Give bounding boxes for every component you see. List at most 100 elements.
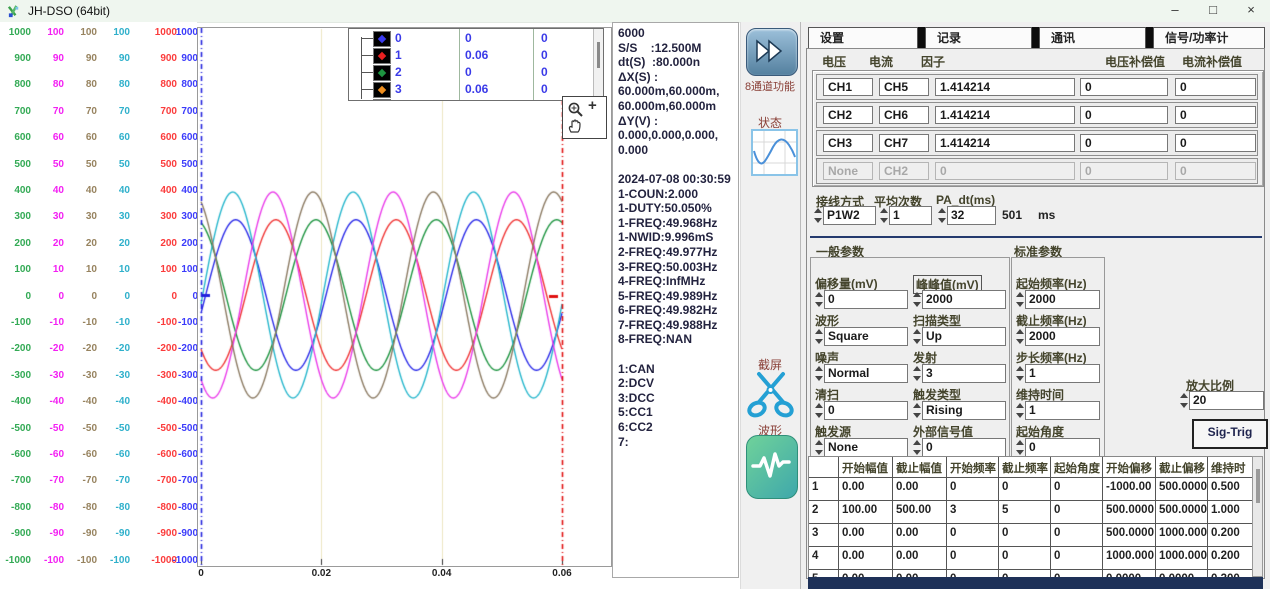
segment-table-cell[interactable]: 0.00 [839, 524, 893, 547]
spinner-down-icon[interactable] [814, 218, 822, 223]
general-param-spinner[interactable]: None [815, 438, 908, 457]
spinner-up-icon[interactable] [815, 366, 823, 371]
current-comp-field[interactable]: 0 [1175, 78, 1256, 96]
segment-table-cell[interactable]: -1000.00 [1103, 478, 1156, 501]
segment-table-cell[interactable]: 5 [999, 501, 1051, 524]
segment-table-cell[interactable]: 0.200 [1208, 547, 1253, 570]
spinner-down-icon[interactable] [913, 450, 921, 455]
general-param-spinner[interactable]: 0 [815, 401, 908, 420]
segment-table-cell[interactable]: 0 [999, 478, 1051, 501]
segment-table-row[interactable]: 30.000.00000500.00001000.0000.200 [809, 524, 1253, 547]
general-param-spinner-arrows[interactable] [815, 290, 824, 309]
spinner-down-icon[interactable] [913, 339, 921, 344]
zoom-ratio-spinner-arrows[interactable] [1180, 391, 1189, 410]
wiring-mode-spinner-value[interactable]: P1W2 [823, 206, 876, 225]
spinner-up-icon[interactable] [913, 403, 921, 408]
spinner-up-icon[interactable] [1016, 329, 1024, 334]
segment-table-cell[interactable]: 500.0000 [1156, 501, 1208, 524]
zoom-ratio-spinner-value[interactable]: 20 [1189, 391, 1264, 410]
average-count-spinner[interactable]: 1 [880, 206, 932, 225]
general-param-spinner-arrows[interactable] [815, 401, 824, 420]
spinner-down-icon[interactable] [815, 450, 823, 455]
standard-param-spinner-value[interactable]: 1 [1025, 364, 1100, 383]
spinner-up-icon[interactable] [913, 440, 921, 445]
legend-row[interactable]: 10.060 [349, 48, 603, 64]
standard-param-spinner[interactable]: 2000 [1016, 327, 1100, 346]
spinner-up-icon[interactable] [1016, 292, 1024, 297]
pan-hand-icon[interactable] [567, 118, 584, 135]
tab-4[interactable]: 信号/功率计 [1153, 27, 1265, 48]
spinner-up-icon[interactable] [938, 208, 946, 213]
standard-param-spinner-value[interactable]: 2000 [1025, 327, 1100, 346]
sig-trig-button[interactable]: Sig-Trig [1192, 419, 1268, 449]
voltage-comp-field[interactable]: 0 [1080, 106, 1168, 124]
tab-2[interactable]: 记录 [925, 27, 1032, 48]
segment-table-cell[interactable]: 0.500 [1208, 478, 1253, 501]
wiring-mode-spinner-arrows[interactable] [814, 206, 823, 225]
general-param-spinner-value[interactable]: Square [824, 327, 908, 346]
general-param-spinner-arrows[interactable] [815, 364, 824, 383]
voltage-channel-field[interactable]: CH2 [823, 106, 873, 124]
general-param-spinner-value[interactable]: 0 [824, 401, 908, 420]
standard-param-spinner-arrows[interactable] [1016, 290, 1025, 309]
spinner-up-icon[interactable] [880, 208, 888, 213]
channel8-function-button[interactable] [746, 28, 798, 76]
standard-param-spinner-value[interactable]: 1 [1025, 401, 1100, 420]
general-param-spinner-value[interactable]: Up [922, 327, 1006, 346]
current-channel-field[interactable]: CH6 [879, 106, 929, 124]
general-param-spinner-arrows[interactable] [815, 438, 824, 457]
close-button[interactable]: × [1232, 0, 1270, 22]
general-param-spinner-arrows[interactable] [913, 401, 922, 420]
segment-table-row[interactable]: 2100.00500.00350500.0000500.00001.000 [809, 501, 1253, 524]
spinner-down-icon[interactable] [1016, 376, 1024, 381]
general-param-spinner-value[interactable]: None [824, 438, 908, 457]
voltage-channel-field[interactable]: CH3 [823, 134, 873, 152]
voltage-comp-field[interactable]: 0 [1080, 134, 1168, 152]
segment-table-cell[interactable]: 500.00 [893, 501, 947, 524]
magnifier-icon[interactable] [567, 101, 584, 118]
segment-table-cell[interactable]: 1.000 [1208, 501, 1253, 524]
voltage-channel-field[interactable]: CH1 [823, 78, 873, 96]
general-param-spinner-arrows[interactable] [815, 327, 824, 346]
tab-1[interactable]: 设置 [808, 27, 918, 48]
segment-table-cell[interactable]: 4 [809, 547, 839, 570]
standard-param-spinner-value[interactable]: 0 [1025, 438, 1100, 457]
status-waveform-icon[interactable] [751, 129, 798, 176]
general-param-spinner-value[interactable]: 2000 [922, 290, 1006, 309]
standard-param-spinner[interactable]: 0 [1016, 438, 1100, 457]
general-param-spinner-arrows[interactable] [913, 438, 922, 457]
legend-marker-icon[interactable] [373, 48, 391, 64]
spinner-down-icon[interactable] [1016, 339, 1024, 344]
spinner-up-icon[interactable] [814, 208, 822, 213]
spinner-down-icon[interactable] [815, 413, 823, 418]
segment-table-cell[interactable]: 0 [999, 547, 1051, 570]
wiring-mode-spinner[interactable]: P1W2 [814, 206, 876, 225]
segment-table-cell[interactable]: 0 [999, 524, 1051, 547]
general-param-spinner[interactable]: Normal [815, 364, 908, 383]
voltage-comp-field[interactable]: 0 [1080, 78, 1168, 96]
general-param-spinner[interactable]: Up [913, 327, 1006, 346]
spinner-down-icon[interactable] [1016, 302, 1024, 307]
spinner-up-icon[interactable] [913, 292, 921, 297]
general-param-spinner[interactable]: Square [815, 327, 908, 346]
general-param-spinner-arrows[interactable] [913, 327, 922, 346]
spinner-up-icon[interactable] [815, 292, 823, 297]
standard-param-spinner-arrows[interactable] [1016, 401, 1025, 420]
legend-marker-icon[interactable] [373, 65, 391, 81]
segment-table-cell[interactable]: 2 [809, 501, 839, 524]
spinner-up-icon[interactable] [815, 329, 823, 334]
spinner-down-icon[interactable] [1016, 413, 1024, 418]
segment-table[interactable]: 开始幅值截止幅值开始频率截止频率起始角度开始偏移截止偏移维持时10.000.00… [808, 456, 1254, 579]
spinner-down-icon[interactable] [815, 339, 823, 344]
general-param-spinner[interactable]: Rising [913, 401, 1006, 420]
factor-field[interactable]: 1.414214 [935, 106, 1075, 124]
spinner-up-icon[interactable] [1016, 366, 1024, 371]
spinner-down-icon[interactable] [815, 376, 823, 381]
general-param-spinner[interactable]: 3 [913, 364, 1006, 383]
segment-table-cell[interactable]: 0.200 [1208, 524, 1253, 547]
segment-table-cell[interactable]: 3 [947, 501, 999, 524]
standard-param-spinner-arrows[interactable] [1016, 438, 1025, 457]
current-comp-field[interactable]: 0 [1175, 134, 1256, 152]
spinner-down-icon[interactable] [815, 302, 823, 307]
legend-marker-icon[interactable] [373, 31, 391, 47]
